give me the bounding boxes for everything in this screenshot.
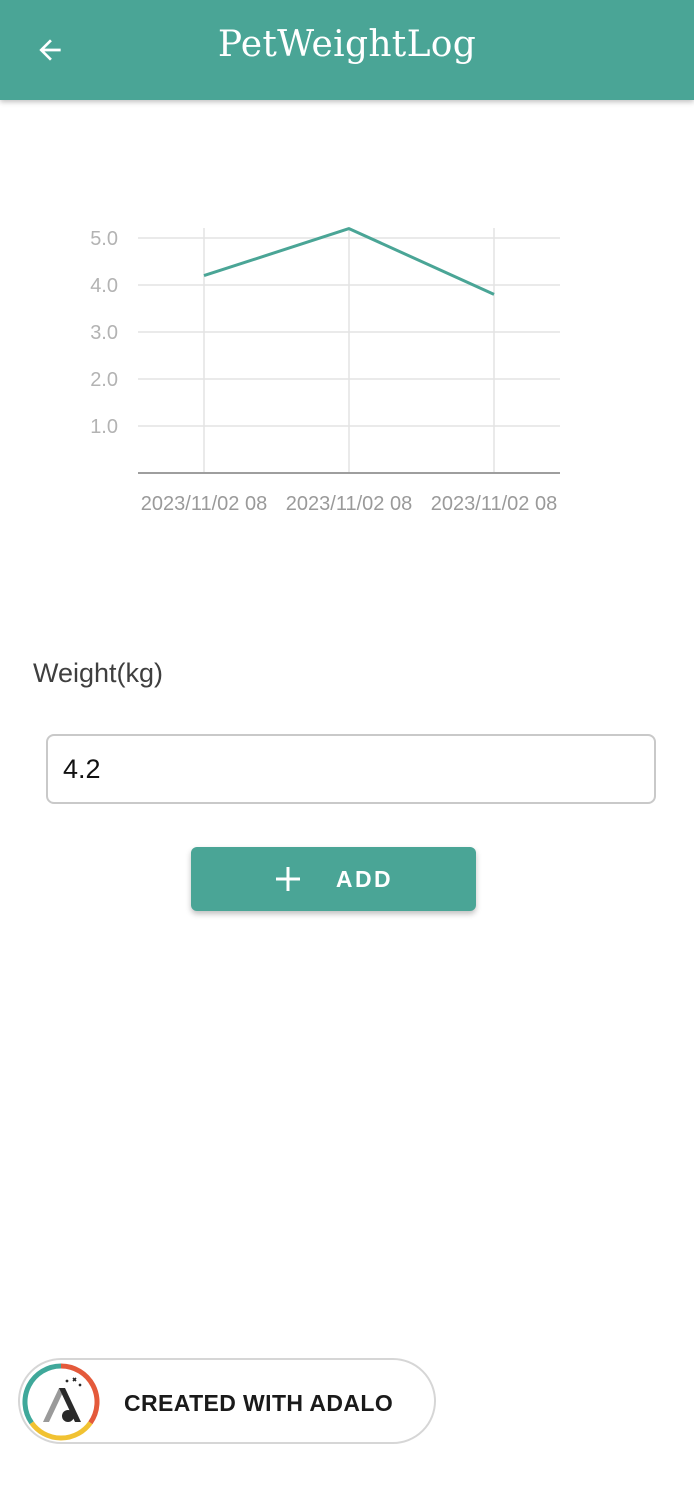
add-button[interactable]: ADD — [191, 847, 476, 911]
x-tick-label: 2023/11/02 08 — [431, 493, 557, 515]
y-tick-label: 3.0 — [90, 322, 118, 344]
y-tick-label: 2.0 — [90, 369, 118, 391]
y-tick-label: 1.0 — [90, 416, 118, 438]
plus-icon — [274, 865, 302, 893]
y-tick-label: 4.0 — [90, 275, 118, 297]
app-header: PetWeightLog — [0, 0, 694, 100]
x-tick-label: 2023/11/02 08 — [141, 493, 267, 515]
y-tick-label: 5.0 — [90, 228, 118, 250]
badge-text: CREATED WITH ADALO — [124, 1390, 394, 1416]
page-title: PetWeightLog — [217, 24, 477, 65]
weight-label: Weight(kg) — [33, 658, 164, 688]
add-button-label: ADD — [335, 865, 394, 892]
weight-input[interactable] — [46, 734, 656, 804]
adalo-logo-icon — [22, 1363, 100, 1441]
x-tick-label: 2023/11/02 08 — [286, 493, 412, 515]
weight-chart: 1.0 2.0 3.0 4.0 5.0 2023/11/02 08 2023/11/02 0… — [60, 200, 600, 530]
created-with-adalo-badge[interactable]: CREATED WITH ADALO — [18, 1358, 436, 1444]
